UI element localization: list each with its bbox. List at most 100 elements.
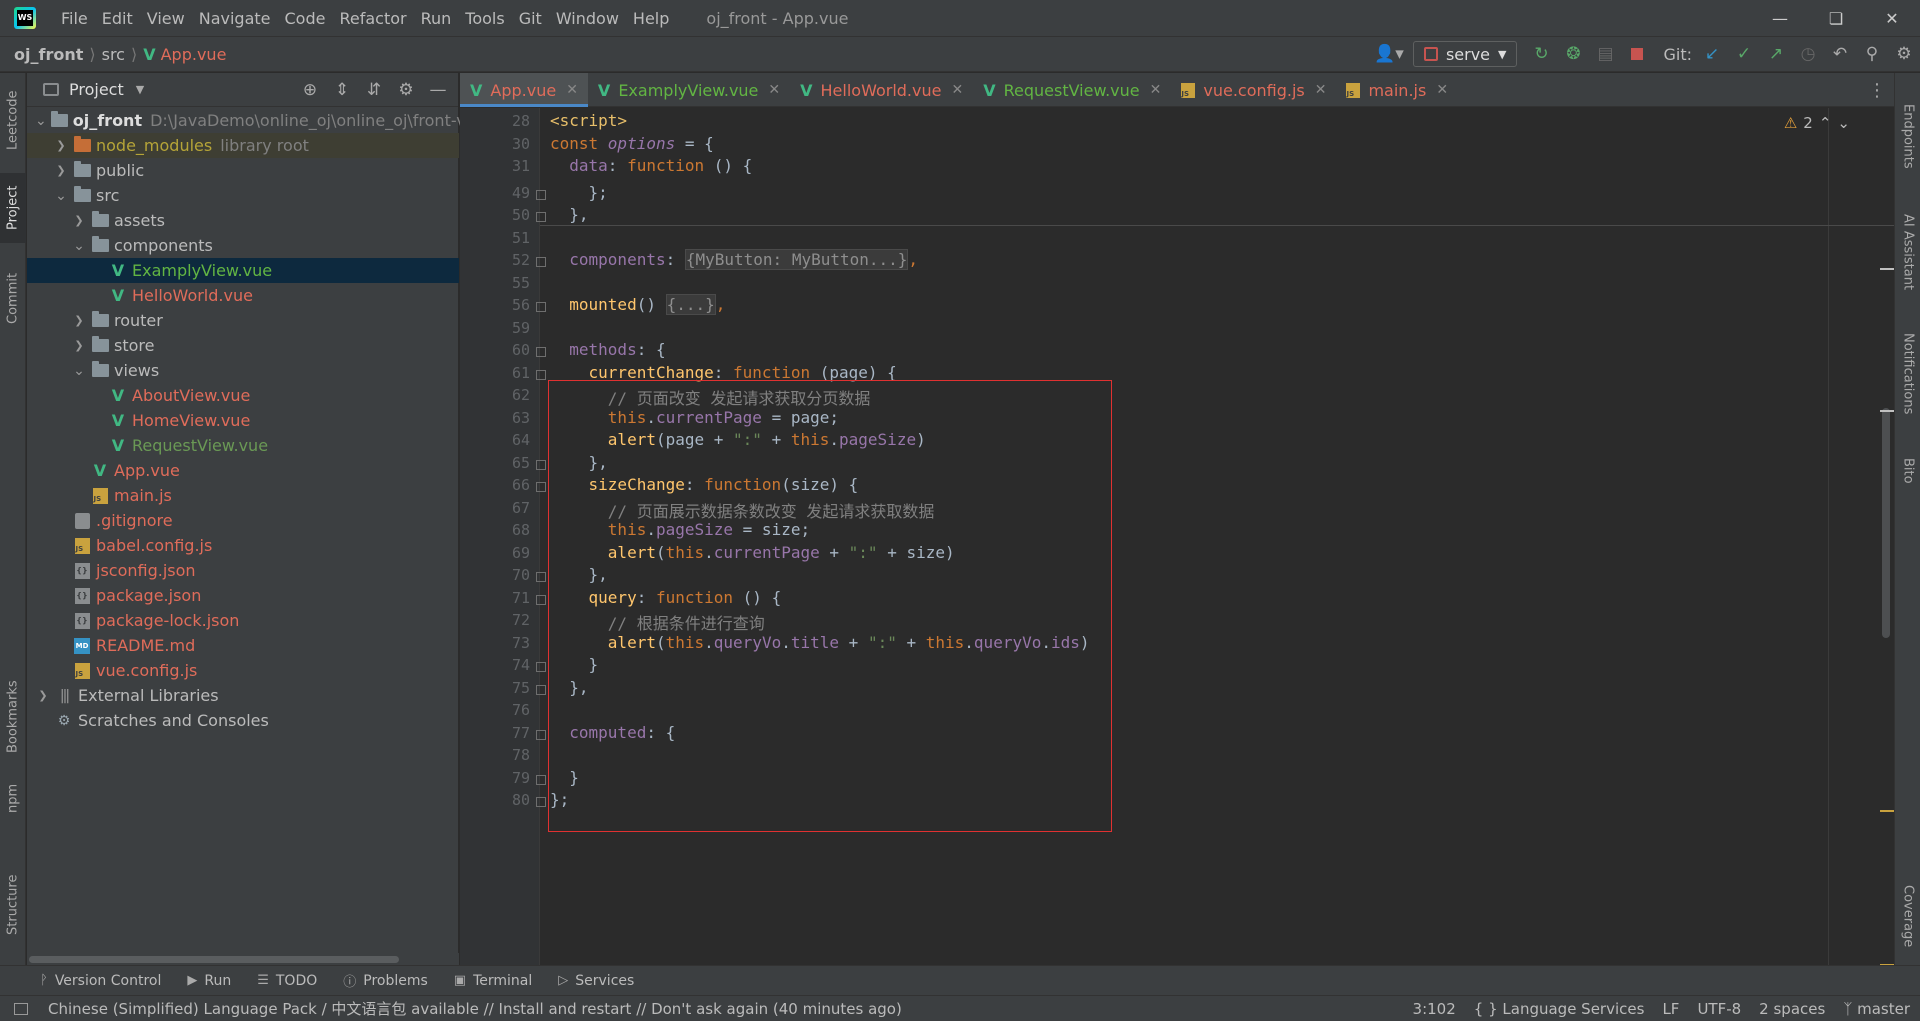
chevron-up-icon[interactable]: ⌃: [1819, 114, 1832, 132]
close-tab-icon[interactable]: ✕: [951, 82, 963, 98]
git-history-icon[interactable]: ◷: [1792, 37, 1824, 71]
menu-navigate[interactable]: Navigate: [192, 9, 278, 28]
close-tab-icon[interactable]: ✕: [1315, 82, 1327, 98]
editor-tab[interactable]: V RequestView.vue ✕: [973, 73, 1171, 107]
breadcrumb-project[interactable]: oj_front: [14, 45, 83, 64]
chevron-down-icon[interactable]: ⌄: [35, 113, 47, 129]
tree-item[interactable]: ❯VApp.vue: [27, 458, 459, 483]
minimize-button[interactable]: —: [1752, 0, 1808, 36]
tool-tab-todo[interactable]: ☰ TODO: [257, 973, 317, 989]
expand-all-icon[interactable]: ⇕: [326, 73, 358, 107]
editor-scrollbar-thumb[interactable]: [1882, 408, 1890, 638]
tree-item[interactable]: ⌄ oj_front D:\JavaDemo\online_oj\online_oj…: [27, 108, 486, 133]
menu-file[interactable]: File: [54, 9, 95, 28]
tool-tab-commit[interactable]: Commit: [0, 263, 26, 333]
git-commit-icon[interactable]: ✓: [1728, 37, 1760, 71]
error-stripe-mark[interactable]: [1880, 268, 1894, 270]
stop-icon[interactable]: [1621, 37, 1653, 71]
chevron-right-icon[interactable]: ❯: [71, 314, 87, 327]
tree-item[interactable]: ❯ node_modules library root: [27, 133, 459, 158]
menu-refactor[interactable]: Refactor: [332, 9, 413, 28]
tree-item[interactable]: ❯VRequestView.vue: [27, 433, 459, 458]
chevron-down-icon[interactable]: ⌄: [53, 188, 69, 204]
tree-item[interactable]: ❯ ||| External Libraries: [27, 683, 459, 708]
language-services-widget[interactable]: { } Language Services: [1474, 1000, 1645, 1018]
code-area[interactable]: ⚠ 2 ⌃ ⌄ <script> const options = { data: …: [540, 108, 1894, 966]
panel-settings-gear-icon[interactable]: ⚙: [390, 73, 422, 107]
close-tab-icon[interactable]: ✕: [1150, 82, 1162, 98]
menu-code[interactable]: Code: [278, 9, 333, 28]
tabs-more-icon[interactable]: ⋮: [1868, 73, 1886, 107]
coverage-run-icon[interactable]: ▤: [1589, 37, 1621, 71]
tool-tab-run[interactable]: ▶ Run: [187, 973, 231, 989]
project-tree-scrollbar[interactable]: [27, 953, 459, 965]
code-token[interactable]: {...}: [665, 294, 716, 315]
line-separator[interactable]: LF: [1662, 1000, 1679, 1018]
git-rollback-icon[interactable]: ↶: [1824, 37, 1856, 71]
tool-tab-notifications[interactable]: Notifications: [1895, 319, 1920, 429]
tool-tab-bookmarks[interactable]: Bookmarks: [0, 677, 26, 757]
tool-tab-services[interactable]: ▷ Services: [558, 973, 634, 989]
search-icon[interactable]: ⚲: [1856, 37, 1888, 71]
chevron-down-icon[interactable]: ⌄: [71, 238, 87, 254]
caret-position[interactable]: 3:102: [1413, 1000, 1456, 1018]
tool-tab-bito[interactable]: Bito: [1895, 441, 1920, 501]
menu-window[interactable]: Window: [549, 9, 626, 28]
close-tab-icon[interactable]: ✕: [1436, 82, 1448, 98]
editor-tab[interactable]: V HelloWorld.vue ✕: [790, 73, 973, 107]
breadcrumb-folder[interactable]: src: [102, 45, 125, 64]
tree-item[interactable]: ⌄ views: [27, 358, 459, 383]
user-icon[interactable]: 👤▾: [1373, 37, 1405, 71]
breadcrumb-file[interactable]: App.vue: [161, 45, 227, 64]
tool-tab-npm[interactable]: npm: [0, 773, 26, 823]
tree-item[interactable]: ❯{}package.json: [27, 583, 459, 608]
tree-item[interactable]: ⌄ components: [27, 233, 459, 258]
toggle-tool-windows-icon[interactable]: [14, 1002, 28, 1015]
locate-file-icon[interactable]: ⊕: [294, 73, 326, 107]
menu-view[interactable]: View: [140, 9, 192, 28]
menu-run[interactable]: Run: [414, 9, 459, 28]
error-stripe-mark[interactable]: [1880, 410, 1894, 412]
code-token[interactable]: {MyButton: MyButton...}: [684, 249, 909, 270]
git-update-icon[interactable]: ↙: [1696, 37, 1728, 71]
chevron-down-icon[interactable]: ⌄: [1837, 114, 1850, 132]
chevron-right-icon[interactable]: ❯: [71, 339, 87, 352]
tool-tab-endpoints[interactable]: Endpoints: [1895, 81, 1920, 191]
inspection-widget[interactable]: ⚠ 2 ⌃ ⌄: [1784, 114, 1850, 132]
menu-edit[interactable]: Edit: [95, 9, 140, 28]
chevron-right-icon[interactable]: ❯: [35, 689, 51, 702]
editor-tab[interactable]: V ExamplyView.vue ✕: [588, 73, 790, 107]
collapse-all-icon[interactable]: ⇵: [358, 73, 390, 107]
git-push-icon[interactable]: ↗: [1760, 37, 1792, 71]
tree-item[interactable]: ⌄ src: [27, 183, 459, 208]
maximize-button[interactable]: ❏: [1808, 0, 1864, 36]
chevron-down-icon[interactable]: ▼: [136, 83, 144, 96]
tree-item[interactable]: ❯VAboutView.vue: [27, 383, 459, 408]
menu-git[interactable]: Git: [512, 9, 549, 28]
menu-help[interactable]: Help: [626, 9, 676, 28]
tree-item[interactable]: ❯.gitignore: [27, 508, 459, 533]
tree-item[interactable]: ❯VHelloWorld.vue: [27, 283, 459, 308]
status-message[interactable]: Chinese (Simplified) Language Pack / 中文语…: [48, 998, 902, 1019]
rerun-icon[interactable]: ↻: [1525, 37, 1557, 71]
project-panel-title[interactable]: Project: [69, 80, 124, 99]
editor-tab[interactable]: V App.vue ✕: [460, 73, 588, 107]
close-window-button[interactable]: ✕: [1864, 0, 1920, 36]
editor-tab[interactable]: JS vue.config.js ✕: [1171, 73, 1336, 107]
editor-tab[interactable]: JS main.js ✕: [1336, 73, 1458, 107]
file-encoding[interactable]: UTF-8: [1697, 1000, 1741, 1018]
tool-tab-structure[interactable]: Structure: [0, 863, 26, 947]
chevron-right-icon[interactable]: ❯: [71, 214, 87, 227]
git-branch-widget[interactable]: ᛉ master: [1843, 1000, 1910, 1018]
indent-setting[interactable]: 2 spaces: [1759, 1000, 1825, 1018]
settings-gear-icon[interactable]: ⚙: [1888, 37, 1920, 71]
chevron-right-icon[interactable]: ❯: [53, 139, 69, 152]
tool-tab-problems[interactable]: ⓘ Problems: [343, 971, 428, 991]
debug-icon[interactable]: ❂: [1557, 37, 1589, 71]
scrollbar-thumb[interactable]: [29, 956, 399, 963]
tree-item[interactable]: ❯VExamplyView.vue: [27, 258, 459, 283]
menu-tools[interactable]: Tools: [458, 9, 511, 28]
tool-tab-project[interactable]: Project: [0, 173, 26, 243]
tree-item[interactable]: ❯{}jsconfig.json: [27, 558, 459, 583]
chevron-down-icon[interactable]: ⌄: [71, 363, 87, 379]
